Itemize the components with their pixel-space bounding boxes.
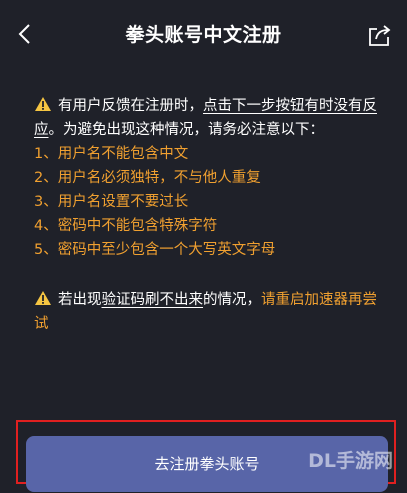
rules-list: 1、用户名不能包含中文 2、用户名必须独特，不与他人重复 3、用户名设置不要过长…: [34, 142, 275, 262]
warning-icon: [35, 97, 51, 111]
top-bar: 拳头账号中文注册: [0, 0, 407, 68]
register-riot-account-button[interactable]: 去注册拳头账号: [26, 436, 388, 492]
captcha-text-intro: 若出现: [58, 292, 102, 308]
notice-text-instruction: 。为避免出现这种情况，请务必注意以下：: [48, 122, 325, 138]
list-item: 2、用户名必须独特，不与他人重复: [34, 170, 261, 186]
page-title: 拳头账号中文注册: [125, 24, 282, 46]
captcha-text-mid: 的情况，: [203, 292, 261, 308]
list-item: 5、密码中至少包含一个大写英文字母: [34, 242, 276, 258]
registration-notice: 有用户反馈在注册时，点击下一步按钮有时没有反应。为避免出现这种情况，请务必注意以…: [34, 94, 384, 142]
notice-text-intro: 有用户反馈在注册时，: [58, 98, 203, 114]
share-icon[interactable]: [367, 22, 393, 48]
list-item: 1、用户名不能包含中文: [34, 146, 189, 162]
captcha-notice: 若出现验证码刷不出来的情况，请重启加速器再尝试: [34, 288, 384, 336]
list-item: 3、用户名设置不要过长: [34, 194, 189, 210]
captcha-text-issue: 验证码刷不出来: [101, 292, 204, 308]
warning-icon: [35, 291, 51, 305]
list-item: 4、密码中不能包含特殊字符: [34, 218, 218, 234]
